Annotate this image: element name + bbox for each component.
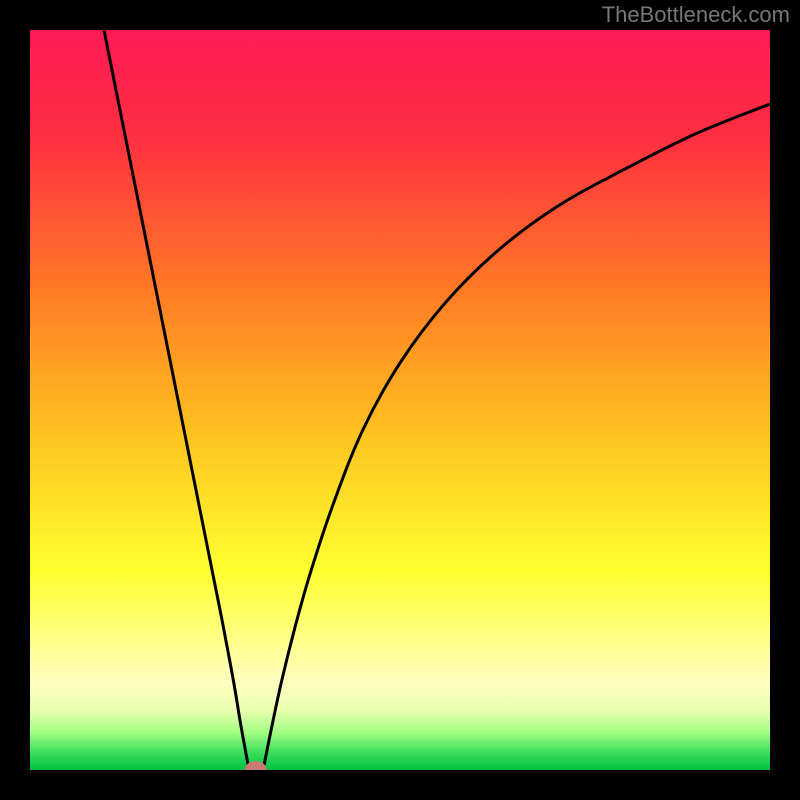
chart-area [30, 30, 770, 770]
watermark-label: TheBottleneck.com [602, 2, 790, 28]
chart-background [30, 30, 770, 770]
chart-svg [30, 30, 770, 770]
